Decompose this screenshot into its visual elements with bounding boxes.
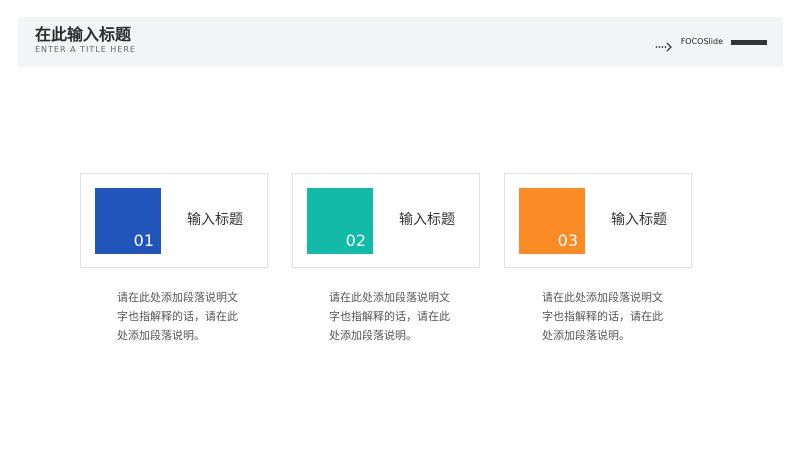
card-description-2: 请在此处添加段落说明文字也指解释的话，请在此处添加段落说明。 [329, 291, 450, 342]
card-description-3: 请在此处添加段落说明文字也指解释的话，请在此处添加段落说明。 [542, 291, 663, 342]
page-title: 在此输入标题 [35, 25, 132, 44]
number-block-3: 03 [519, 188, 585, 254]
step-number-3: 03 [557, 231, 578, 250]
step-card-2: 02 输入标题 [292, 173, 480, 268]
number-block-1: 01 [95, 188, 161, 254]
card-label-2: 输入标题 [399, 212, 455, 228]
number-block-2: 02 [307, 188, 373, 254]
step-number-2: 02 [345, 231, 366, 250]
step-card-1: 01 输入标题 [80, 173, 268, 268]
card-label-1: 输入标题 [187, 212, 243, 228]
card-label-3: 输入标题 [611, 212, 667, 228]
brand-name: FOCOSlide [680, 37, 723, 46]
header-bar: 在此输入标题 ENTER A TITLE HERE FOCOSlide [18, 17, 783, 67]
step-number-1: 01 [133, 231, 154, 250]
step-card-3: 03 输入标题 [504, 173, 692, 268]
dotted-arrow-icon [655, 37, 673, 52]
page-subtitle: ENTER A TITLE HERE [35, 45, 136, 54]
card-description-1: 请在此处添加段落说明文字也指解释的话，请在此处添加段落说明。 [117, 291, 238, 342]
brand-bar [731, 39, 767, 45]
brand-area: FOCOSlide [655, 36, 767, 52]
